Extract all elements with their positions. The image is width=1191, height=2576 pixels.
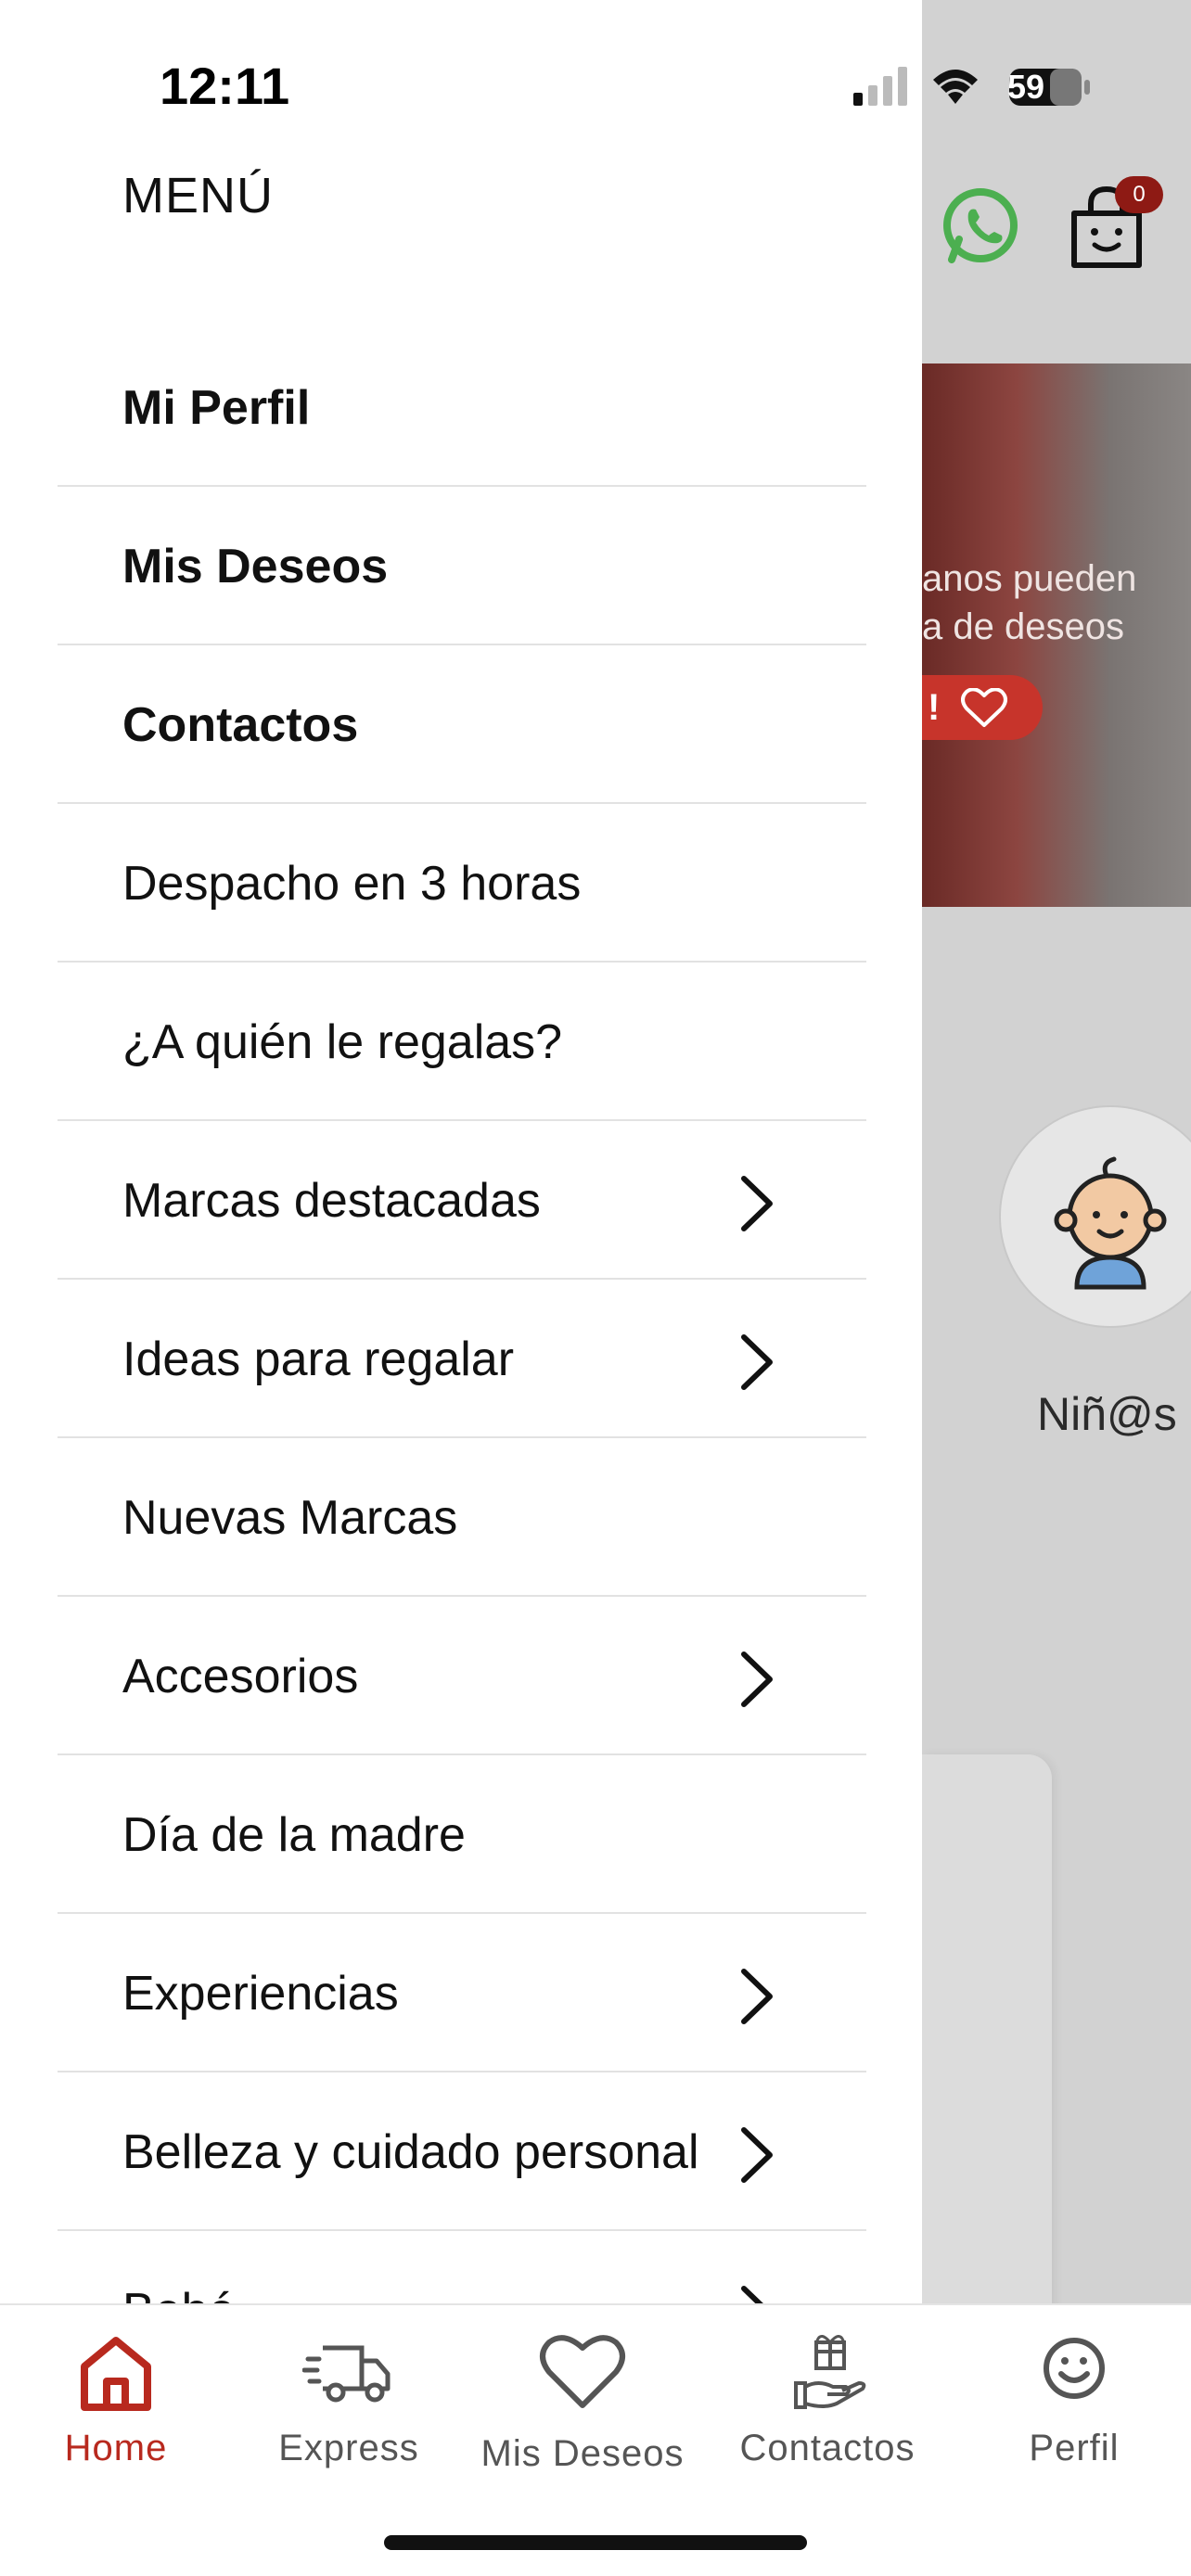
menu-item-belleza-cuidado-personal[interactable]: Belleza y cuidado personal [58, 2072, 866, 2231]
chevron-right-icon [736, 1649, 777, 1710]
menu-item-accesorios[interactable]: Accesorios [58, 1597, 866, 1755]
banner-button: ! [922, 675, 1043, 740]
menu-item-label: Ideas para regalar [122, 1333, 515, 1386]
menu-item-label: ¿A quién le regalas? [122, 1015, 563, 1069]
menu-item-a-quien-le-regalas[interactable]: ¿A quién le regalas? [58, 963, 866, 1121]
gift-hand-icon [794, 2335, 866, 2409]
category-label: Niñ@s [1037, 1388, 1177, 1440]
tab-label: Mis Deseos [480, 2433, 685, 2474]
tab-express[interactable]: Express [237, 2329, 460, 2478]
menu-item-label: Mis Deseos [122, 540, 389, 593]
menu-item-experiencias[interactable]: Experiencias [58, 1914, 866, 2072]
heart-outline-icon [961, 688, 1007, 727]
menu-item-label: Nuevas Marcas [122, 1491, 458, 1545]
menu-item-label: Experiencias [122, 1967, 399, 2021]
home-icon [81, 2337, 151, 2411]
menu-item-label: Marcas destacadas [122, 1174, 541, 1228]
menu-item-marcas-destacadas[interactable]: Marcas destacadas [58, 1121, 866, 1280]
chevron-right-icon [736, 2283, 777, 2303]
status-time: 12:11 [160, 57, 290, 115]
menu-list: Mi Perfil Mis Deseos Contactos Despacho … [58, 328, 866, 2303]
tab-label: Express [278, 2428, 419, 2468]
cellular-signal-icon [853, 67, 907, 106]
menu-item-bebe[interactable]: Bebé [58, 2231, 866, 2303]
chevron-right-icon [736, 2124, 777, 2186]
tab-label: Home [64, 2428, 168, 2468]
side-menu-drawer: 12:11 59 MENÚ Mi Perfil Mis Deseos Conta… [0, 0, 1090, 2303]
banner-text-line1: anos pueden [922, 558, 1137, 599]
menu-item-label: Bebé [122, 2283, 235, 2303]
tab-mis-deseos[interactable]: Mis Deseos [471, 2329, 694, 2478]
home-indicator[interactable] [384, 2535, 807, 2550]
background-header-actions: 0 [937, 176, 1187, 278]
cart-count-badge: 0 [1115, 176, 1163, 213]
tab-label: Perfil [1029, 2428, 1120, 2468]
menu-item-label: Mi Perfil [122, 381, 311, 435]
chevron-right-icon [736, 1173, 777, 1234]
menu-item-nuevas-marcas[interactable]: Nuevas Marcas [58, 1438, 866, 1597]
menu-title: MENÚ [122, 168, 274, 223]
menu-item-mis-deseos[interactable]: Mis Deseos [58, 487, 866, 645]
promo-banner: anos pueden a de deseos ! [922, 363, 1191, 907]
heart-icon [540, 2335, 625, 2408]
menu-item-label: Accesorios [122, 1650, 359, 1703]
chevron-right-icon [736, 1966, 777, 2027]
menu-item-ideas-para-regalar[interactable]: Ideas para regalar [58, 1280, 866, 1438]
menu-item-label: Contactos [122, 698, 359, 752]
category-avatar [999, 1105, 1191, 1328]
tab-label: Contactos [739, 2428, 916, 2468]
menu-item-label: Despacho en 3 horas [122, 857, 582, 911]
menu-item-mi-perfil[interactable]: Mi Perfil [58, 328, 866, 487]
banner-button-label: ! [928, 687, 941, 728]
tab-home[interactable]: Home [5, 2329, 227, 2478]
wifi-icon [933, 70, 978, 104]
chevron-right-icon [736, 1332, 777, 1393]
menu-item-label: Día de la madre [122, 1808, 466, 1862]
truck-icon [302, 2345, 391, 2403]
menu-item-despacho-3-horas[interactable]: Despacho en 3 horas [58, 804, 866, 963]
battery-percent: 59 [1007, 68, 1045, 106]
tab-perfil[interactable]: Perfil [963, 2329, 1185, 2478]
banner-text-line2: a de deseos [922, 606, 1124, 647]
smiley-icon [1044, 2338, 1105, 2399]
menu-item-contactos[interactable]: Contactos [58, 645, 866, 804]
menu-item-label: Belleza y cuidado personal [122, 2125, 699, 2179]
baby-face-icon [1054, 1156, 1167, 1290]
whatsapp-icon [943, 188, 1018, 263]
tab-contactos[interactable]: Contactos [716, 2329, 939, 2478]
background-card [922, 1754, 1052, 2311]
menu-item-dia-de-la-madre[interactable]: Día de la madre [58, 1755, 866, 1914]
